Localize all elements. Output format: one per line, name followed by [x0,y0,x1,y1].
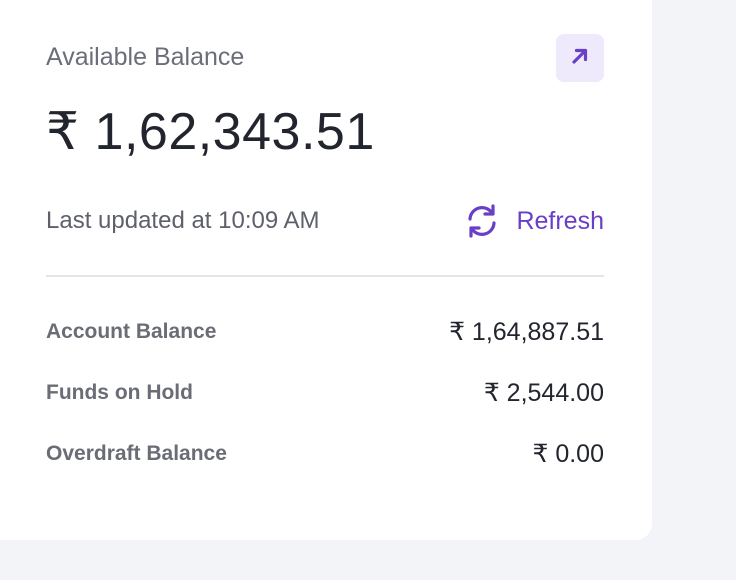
divider [46,275,604,277]
breakdown-row-funds-on-hold: Funds on Hold ₹ 2,544.00 [46,378,604,410]
last-updated-text: Last updated at 10:09 AM [46,207,320,234]
breakdown-label: Account Balance [46,320,217,343]
breakdown-value: ₹ 2,544.00 [483,379,604,407]
expand-button[interactable] [556,34,604,82]
refresh-button[interactable]: Refresh [463,202,604,240]
refresh-icon [463,202,501,240]
breakdown-value: ₹ 1,64,887.51 [449,318,604,346]
title-row: Available Balance [46,34,604,90]
balance-card: Available Balance ₹ 1,62,343.51 Last upd… [0,0,652,540]
updated-row: Last updated at 10:09 AM Refresh [46,202,604,242]
balance-title: Available Balance [46,43,245,71]
breakdown-label: Overdraft Balance [46,442,227,465]
refresh-label: Refresh [516,206,604,235]
breakdown-value: ₹ 0.00 [532,440,604,468]
available-balance-amount: ₹ 1,62,343.51 [46,103,375,161]
breakdown-label: Funds on Hold [46,381,193,404]
breakdown-row-overdraft-balance: Overdraft Balance ₹ 0.00 [46,439,604,471]
arrow-up-right-icon [569,45,591,72]
breakdown-row-account-balance: Account Balance ₹ 1,64,887.51 [46,317,604,349]
